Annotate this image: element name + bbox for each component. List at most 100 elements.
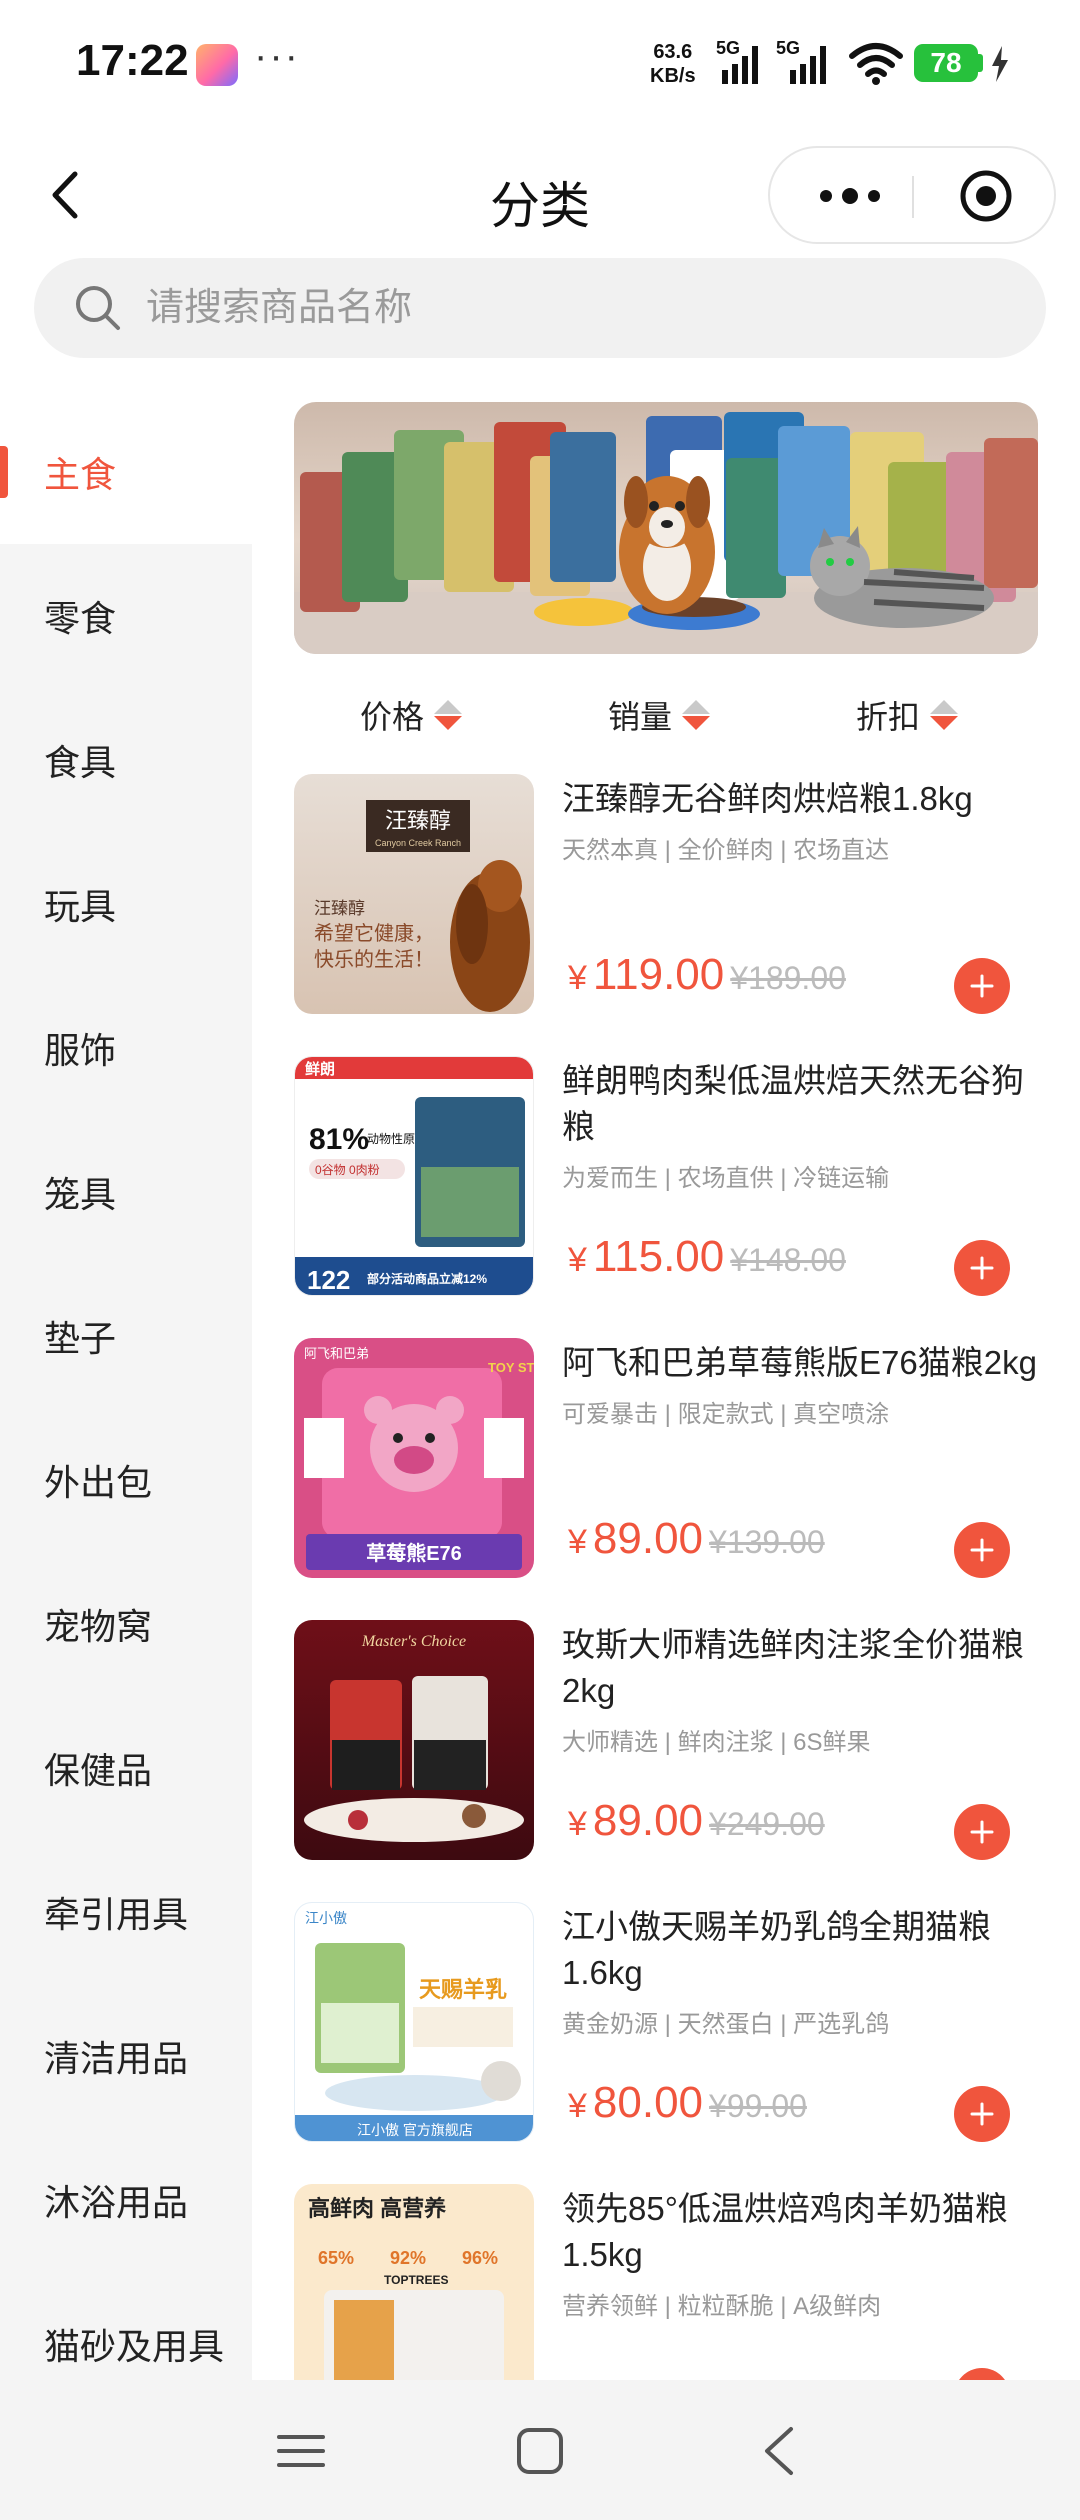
sidebar-item-label: 垫子 (44, 1318, 117, 1359)
plus-icon (970, 1256, 994, 1280)
sort-label: 折扣 (856, 699, 921, 735)
svg-text:96%: 96% (462, 2248, 498, 2268)
sidebar-item-label: 保健品 (44, 1750, 153, 1791)
original-price: ¥249.00 (709, 1806, 825, 1842)
sidebar-item-label: 食具 (44, 742, 117, 783)
product-card[interactable]: 鲜朗 81% 动物性原料 0谷物 0肉粉 122 部分活动商品立减12% 鲜朗鸭… (294, 1056, 1054, 1298)
product-image-art: Master's Choice (304, 1633, 524, 1842)
add-to-cart-button[interactable] (954, 1804, 1010, 1860)
plus-icon (970, 1820, 994, 1844)
svg-text:部分活动商品立减12%: 部分活动商品立减12% (367, 1271, 487, 1286)
sort-by-price-button[interactable]: 价格 (360, 692, 463, 738)
search-icon (76, 286, 120, 330)
svg-text:122: 122 (307, 1265, 350, 1295)
product-tags: 黄金奶源 | 天然蛋白 | 严选乳鸽 (562, 2011, 890, 2038)
svg-text:阿飞和巴弟: 阿飞和巴弟 (304, 1346, 369, 1361)
currency-symbol: ¥ (568, 1241, 587, 1279)
product-price: 80.00 (592, 2078, 704, 2127)
svg-text:高鲜肉 高营养: 高鲜肉 高营养 (308, 2196, 446, 2221)
sidebar-item-label: 外出包 (44, 1462, 153, 1503)
sidebar-item-leashes[interactable]: 牵引用具 (0, 1840, 252, 1984)
sidebar-item-label: 沐浴用品 (44, 2182, 189, 2223)
sort-arrows-icon (930, 700, 959, 730)
product-image: 高鲜肉 高营养 65% 92% 96% TOPTREES (294, 2184, 534, 2380)
sidebar-item-health[interactable]: 保健品 (0, 1696, 252, 1840)
network-speed-value: 63.6 (653, 41, 693, 63)
system-back-button[interactable] (744, 2416, 814, 2486)
sidebar-item-tableware[interactable]: 食具 (0, 688, 252, 832)
sidebar-item-label: 笼具 (44, 1174, 117, 1215)
product-image-art: 高鲜肉 高营养 65% 92% 96% TOPTREES (308, 2196, 504, 2380)
network-speed-unit: KB/s (650, 65, 696, 87)
price-row: ¥ 119.00 ¥189.00 (568, 950, 846, 1000)
sidebar-item-mats[interactable]: 垫子 (0, 1264, 252, 1408)
category-sidebar: 主食 零食 食具 玩具 服饰 笼具 垫子 外出包 宠物窝 保健品 牵引用具 清洁… (0, 400, 252, 2380)
price-row: ¥ 89.00 ¥139.00 (568, 1514, 825, 1564)
promo-banner[interactable] (294, 402, 1038, 654)
sort-label: 价格 (360, 699, 425, 735)
app-notification-icon (196, 44, 238, 86)
product-tags: 可爱暴击 | 限定款式 | 真空喷涂 (562, 1401, 890, 1428)
svg-text:希望它健康，: 希望它健康， (314, 922, 434, 945)
status-time: 17:22 (76, 36, 189, 85)
svg-text:汪臻醇: 汪臻醇 (314, 899, 365, 918)
plus-icon (970, 974, 994, 998)
search-bar[interactable] (34, 258, 1046, 358)
pet-food-banner-image (294, 412, 1038, 654)
product-tags: 为爱而生 | 农场直供 | 冷链运输 (562, 1165, 890, 1192)
sidebar-item-cleaning[interactable]: 清洁用品 (0, 1984, 252, 2128)
sidebar-item-cages[interactable]: 笼具 (0, 1120, 252, 1264)
more-options-button[interactable] (810, 168, 890, 224)
svg-text:Canyon Creek Ranch: Canyon Creek Ranch (375, 838, 461, 848)
sidebar-item-cat-litter[interactable]: 猫砂及用具 (0, 2272, 252, 2380)
sidebar-item-staple-food[interactable]: 主食 (0, 400, 252, 544)
close-miniprogram-button[interactable] (956, 168, 1016, 224)
svg-text:TOPTREES: TOPTREES (384, 2273, 448, 2287)
product-card[interactable]: Master's Choice 玫斯大师精选鲜肉注浆全价猫粮2kg 大师精选 |… (294, 1620, 1054, 1862)
sidebar-item-apparel[interactable]: 服饰 (0, 976, 252, 1120)
product-card[interactable]: 阿飞和巴弟 TOY STORY 草莓熊E76 阿飞和巴弟草莓熊版E76猫粮2kg… (294, 1338, 1054, 1580)
miniprogram-capsule (768, 146, 1056, 244)
product-tags: 营养领鲜 | 粒粒酥脆 | A级鲜肉 (562, 2293, 882, 2320)
sort-by-discount-button[interactable]: 折扣 (856, 692, 959, 738)
add-to-cart-button[interactable] (954, 2086, 1010, 2142)
more-dot-icon (820, 190, 832, 202)
status-bar: 17:22 ··· 63.6 KB/s 5G 5G 78 (0, 0, 1080, 130)
svg-text:汪臻醇: 汪臻醇 (385, 808, 451, 833)
svg-text:Master's Choice: Master's Choice (361, 1633, 466, 1650)
sidebar-item-label: 玩具 (44, 886, 117, 927)
svg-text:草莓熊E76: 草莓熊E76 (366, 1541, 462, 1565)
product-title: 玫斯大师精选鲜肉注浆全价猫粮2kg (562, 1626, 1024, 1709)
product-image: 汪臻醇 Canyon Creek Ranch 汪臻醇 希望它健康， 快乐的生活！ (294, 774, 534, 1014)
add-to-cart-button[interactable] (954, 1240, 1010, 1296)
product-tags: 大师精选 | 鲜肉注浆 | 6S鲜果 (562, 1729, 871, 1756)
add-to-cart-button[interactable] (954, 1522, 1010, 1578)
product-image: 阿飞和巴弟 TOY STORY 草莓熊E76 (294, 1338, 534, 1578)
product-image-art: 汪臻醇 Canyon Creek Ranch 汪臻醇 希望它健康， 快乐的生活！ (314, 800, 530, 1012)
more-dot-icon (868, 190, 880, 202)
recent-apps-button[interactable] (266, 2416, 336, 2486)
sort-label: 销量 (608, 699, 673, 735)
sort-by-sales-button[interactable]: 销量 (608, 692, 711, 738)
search-input[interactable] (146, 278, 1006, 338)
svg-text:0谷物 0肉粉: 0谷物 0肉粉 (315, 1163, 380, 1177)
more-dot-icon (842, 188, 858, 204)
add-to-cart-button[interactable] (954, 2368, 1010, 2380)
product-card[interactable]: 高鲜肉 高营养 65% 92% 96% TOPTREES 领先85°低温烘焙鸡肉… (294, 2184, 1054, 2380)
sidebar-item-snacks[interactable]: 零食 (0, 544, 252, 688)
signal-icon-2: 5G (776, 40, 826, 84)
sidebar-item-pet-beds[interactable]: 宠物窝 (0, 1552, 252, 1696)
product-card[interactable]: 江小傲 天赐羊乳 江小傲 官方旗舰店 江小傲天赐羊奶乳鸽全期猫粮1.6kg 黄金… (294, 1902, 1054, 2144)
sidebar-item-carriers[interactable]: 外出包 (0, 1408, 252, 1552)
sidebar-item-toys[interactable]: 玩具 (0, 832, 252, 976)
wifi-icon (849, 43, 903, 85)
product-card[interactable]: 汪臻醇 Canyon Creek Ranch 汪臻醇 希望它健康， 快乐的生活！… (294, 774, 1054, 1016)
sidebar-item-bathing[interactable]: 沐浴用品 (0, 2128, 252, 2272)
home-button[interactable] (505, 2416, 575, 2486)
back-triangle-icon (765, 2427, 793, 2475)
original-price: ¥148.00 (730, 1242, 846, 1278)
svg-text:TOY STORY: TOY STORY (488, 1360, 534, 1375)
add-to-cart-button[interactable] (954, 958, 1010, 1014)
sort-bar: 价格 销量 折扣 (294, 686, 1038, 746)
product-price: 89.00 (592, 1514, 704, 1563)
